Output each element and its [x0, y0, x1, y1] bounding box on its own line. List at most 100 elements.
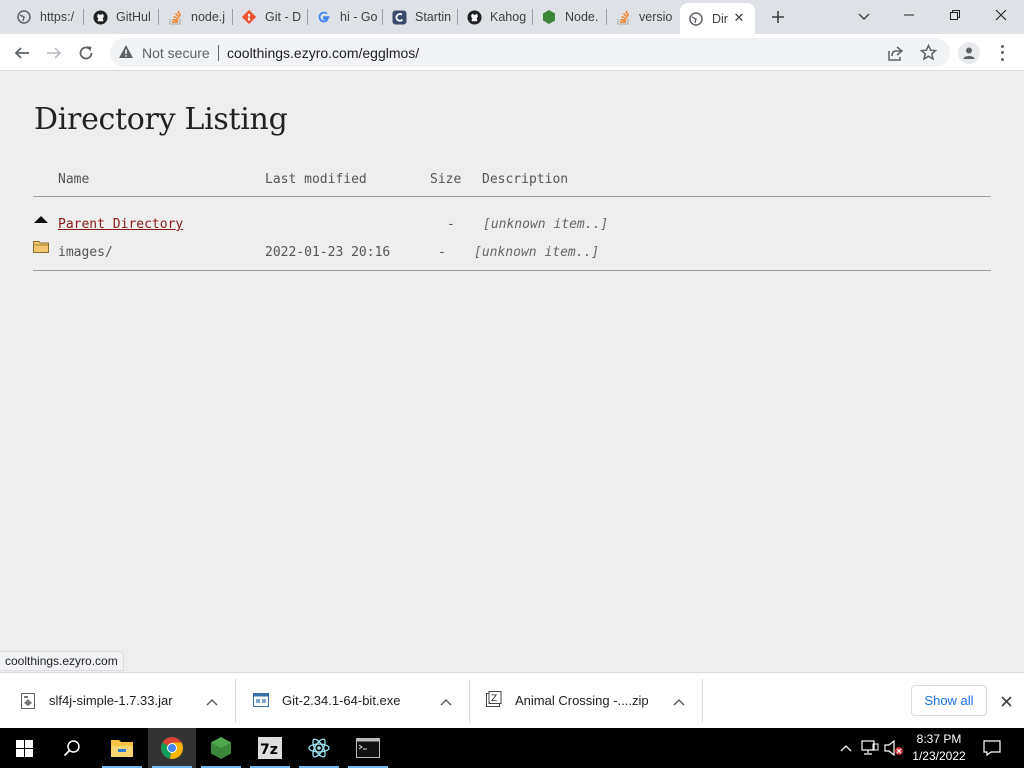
address-bar[interactable]: Not secure coolthings.ezyro.com/egglmos/: [110, 38, 950, 67]
taskbar-file-explorer[interactable]: [98, 728, 146, 768]
row-name[interactable]: images/: [58, 245, 113, 260]
search-icon: [63, 740, 80, 757]
7zip-icon: 7z: [258, 737, 282, 759]
nodejs-icon: [211, 737, 231, 759]
tab-2[interactable]: GitHul: [84, 0, 159, 34]
clock-time: 8:37 PM: [916, 732, 962, 746]
page-content: Directory Listing Name Last modified Siz…: [0, 72, 1024, 672]
row-description: [unknown item..]: [474, 245, 600, 260]
exe-file-icon: [253, 693, 269, 710]
share-icon[interactable]: [888, 45, 904, 64]
close-shelf-button[interactable]: [998, 693, 1014, 709]
download-item[interactable]: slf4j-simple-1.7.33.jar: [0, 673, 236, 729]
chevron-up-icon[interactable]: [836, 738, 856, 758]
row-size: -: [438, 245, 446, 260]
parent-directory-link[interactable]: Parent Directory: [58, 217, 183, 232]
tab-title: Node.: [565, 10, 599, 24]
tab-1[interactable]: https:/: [8, 0, 84, 34]
new-tab-button[interactable]: [766, 5, 790, 29]
notifications-icon[interactable]: [982, 738, 1002, 758]
tab-title: Startin: [415, 10, 452, 24]
tab-8[interactable]: Node.: [533, 0, 607, 34]
app-icon: [391, 9, 407, 25]
folder-icon: [33, 240, 49, 256]
status-bubble: coolthings.ezyro.com: [0, 651, 124, 671]
chevron-up-icon[interactable]: [206, 694, 218, 709]
tab-title: GitHul: [116, 10, 151, 24]
taskbar-terminal[interactable]: [344, 728, 392, 768]
back-arrow-icon: [34, 212, 48, 227]
tab-title: hi - Go: [340, 10, 378, 24]
system-clock[interactable]: 8:37 PM 1/23/2022: [910, 731, 968, 765]
zip-file-icon: Z: [486, 691, 502, 710]
tab-title: Kahog: [490, 10, 527, 24]
column-header-size[interactable]: Size: [430, 172, 461, 187]
taskbar-chrome[interactable]: [148, 728, 196, 768]
close-icon: [1000, 695, 1012, 707]
security-label[interactable]: Not secure: [142, 45, 210, 61]
plus-icon: [772, 11, 784, 23]
chevron-up-icon[interactable]: [440, 694, 452, 709]
close-tab-icon[interactable]: ✕: [731, 10, 747, 26]
close-window-button[interactable]: [978, 0, 1024, 30]
footer-divider: [33, 270, 991, 271]
minimize-icon: [904, 14, 914, 16]
terminal-icon: [356, 738, 380, 758]
row-size: -: [447, 217, 455, 232]
network-icon[interactable]: [860, 738, 880, 758]
restore-button[interactable]: [932, 0, 978, 30]
taskbar-7zip[interactable]: 7z: [246, 728, 294, 768]
tab-7[interactable]: Kahog: [458, 0, 533, 34]
git-icon: [241, 9, 257, 25]
omnibox-divider: [218, 45, 219, 61]
start-button[interactable]: [0, 728, 48, 768]
search-button[interactable]: [48, 728, 96, 768]
row-last-modified: 2022-01-23 20:16: [265, 245, 391, 260]
profile-avatar-button[interactable]: [958, 42, 980, 64]
arrow-right-icon: [47, 47, 62, 59]
back-button[interactable]: [8, 39, 36, 67]
tab-title: versio: [639, 10, 673, 24]
download-item[interactable]: Z Animal Crossing -....zip: [470, 673, 703, 729]
column-header-description[interactable]: Description: [482, 172, 568, 187]
arrow-left-icon: [14, 47, 29, 59]
svg-text:7z: 7z: [260, 742, 278, 758]
downloads-shelf: slf4j-simple-1.7.33.jar Git-2.34.1-64-bi…: [0, 672, 1024, 728]
nodejs-icon: [541, 9, 557, 25]
chevron-up-icon[interactable]: [673, 694, 685, 709]
taskbar-electron[interactable]: [295, 728, 343, 768]
jar-file-icon: [20, 693, 36, 712]
windows-taskbar: 7z 8:37 PM 1/23/2022: [0, 728, 1024, 768]
tab-search-button[interactable]: [852, 5, 876, 29]
minimize-button[interactable]: [886, 0, 932, 30]
reload-button[interactable]: [72, 39, 100, 67]
download-filename: slf4j-simple-1.7.33.jar: [49, 693, 173, 708]
taskbar-nodejs[interactable]: [197, 728, 245, 768]
tab-4[interactable]: Git - D: [233, 0, 308, 34]
browser-menu-button[interactable]: [994, 43, 1010, 63]
file-explorer-icon: [111, 740, 133, 757]
column-header-last-modified[interactable]: Last modified: [265, 172, 367, 187]
forward-button[interactable]: [40, 39, 68, 67]
bookmark-star-icon[interactable]: [919, 43, 938, 64]
url-text[interactable]: coolthings.ezyro.com/egglmos/: [227, 45, 419, 61]
tab-active[interactable]: Dir ✕: [680, 3, 755, 34]
tab-title: Git - D: [265, 10, 302, 24]
tab-title: node.j: [191, 10, 226, 24]
tab-6[interactable]: Startin: [383, 0, 458, 34]
tab-9[interactable]: versio: [607, 0, 681, 34]
chevron-down-icon: [858, 13, 870, 20]
github-icon: [466, 9, 482, 25]
tab-3[interactable]: node.j: [159, 0, 233, 34]
tab-5[interactable]: hi - Go: [308, 0, 383, 34]
volume-muted-icon[interactable]: [884, 738, 904, 758]
show-all-button[interactable]: Show all: [911, 685, 987, 716]
download-filename: Git-2.34.1-64-bit.exe: [282, 693, 401, 708]
warning-icon[interactable]: [118, 44, 134, 62]
chrome-icon: [161, 737, 183, 759]
download-item[interactable]: Git-2.34.1-64-bit.exe: [236, 673, 470, 729]
person-icon: [963, 47, 975, 59]
svg-text:Z: Z: [491, 694, 497, 704]
download-filename: Animal Crossing -....zip: [515, 693, 649, 708]
column-header-name[interactable]: Name: [58, 172, 89, 187]
